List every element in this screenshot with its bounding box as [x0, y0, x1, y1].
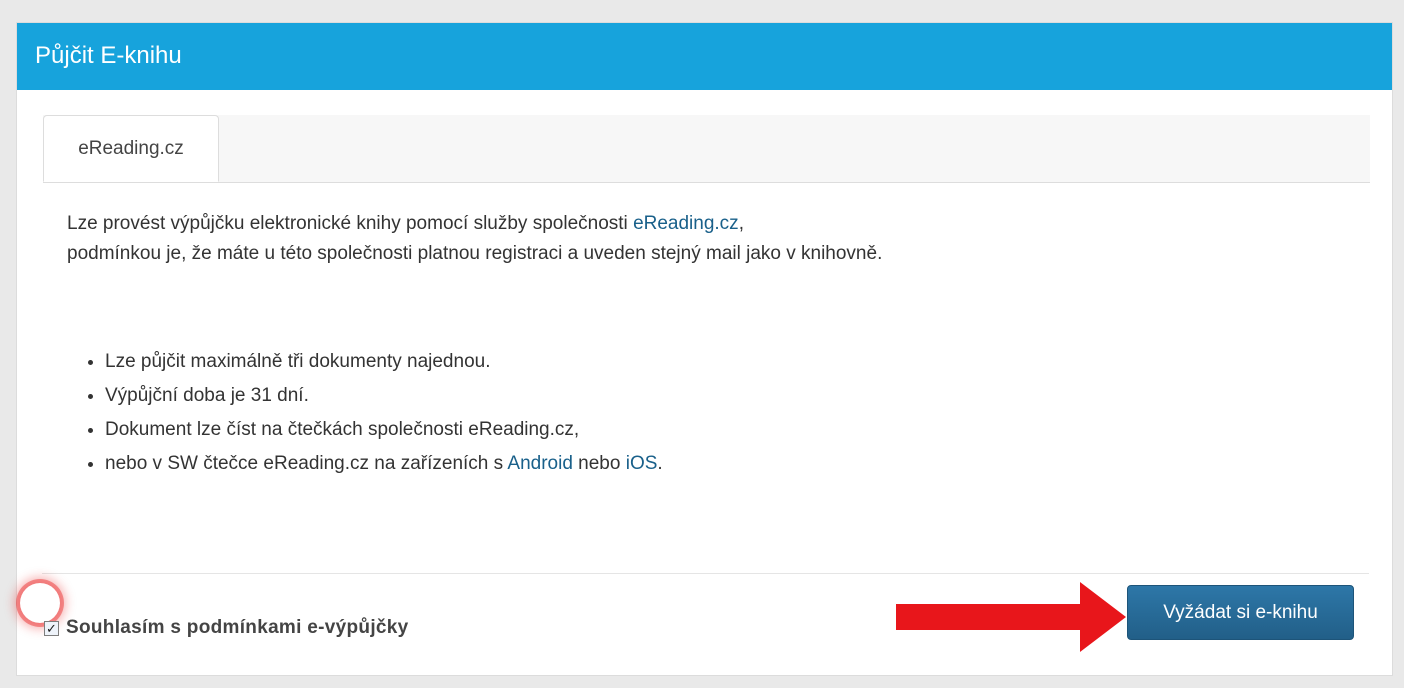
rule-app-text: nebo v SW čtečce eReading.cz na zařízení…: [105, 453, 508, 474]
list-item: Dokument lze číst na čtečkách společnost…: [105, 413, 663, 447]
intro-line1-text: Lze provést výpůjčku elektronické knihy …: [67, 213, 634, 234]
ios-link[interactable]: iOS: [626, 453, 658, 474]
provider-tabs: eReading.cz: [43, 115, 1370, 183]
footer-divider: [42, 573, 1369, 574]
rule-loan-period: Výpůjční doba je 31 dní.: [105, 385, 309, 406]
intro-line2-text: podmínkou je, že máte u této společnosti…: [67, 243, 883, 264]
android-link[interactable]: Android: [507, 453, 573, 474]
terms-consent-label: Souhlasím s podmínkami e-výpůjčky: [66, 617, 409, 638]
terms-consent: ✓ Souhlasím s podmínkami e-výpůjčky: [44, 613, 409, 643]
tab-ereading[interactable]: eReading.cz: [43, 115, 219, 182]
dialog-header: Půjčit E-knihu: [17, 23, 1392, 90]
loan-rules-list: Lze půjčit maximálně tři dokumenty najed…: [83, 345, 663, 481]
list-item: nebo v SW čtečce eReading.cz na zařízení…: [105, 447, 663, 481]
ereading-link[interactable]: eReading.cz: [633, 213, 739, 234]
rule-readers: Dokument lze číst na čtečkách společnost…: [105, 419, 580, 440]
arrow-right-shape: [896, 582, 1126, 652]
request-ebook-button[interactable]: Vyžádat si e-knihu: [1127, 585, 1354, 640]
rule-app-or: nebo: [572, 453, 626, 474]
rule-app-end: .: [657, 453, 663, 474]
intro-text: Lze provést výpůjčku elektronické knihy …: [67, 209, 1347, 269]
arrow-right-icon: [896, 582, 1126, 652]
borrow-ebook-dialog: Půjčit E-knihu eReading.cz Lze provést v…: [16, 22, 1393, 676]
rule-max-documents: Lze půjčit maximálně tři dokumenty najed…: [105, 351, 491, 372]
terms-checkbox[interactable]: ✓: [44, 620, 59, 636]
intro-line1-end: ,: [738, 213, 744, 234]
list-item: Výpůjční doba je 31 dní.: [105, 379, 663, 413]
list-item: Lze půjčit maximálně tři dokumenty najed…: [105, 345, 663, 379]
dialog-title: Půjčit E-knihu: [35, 42, 182, 69]
